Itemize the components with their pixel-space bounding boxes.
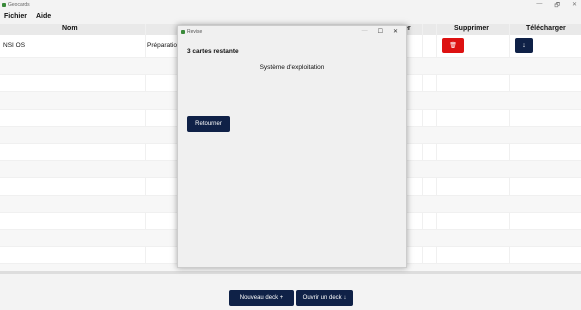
- menu-bar: Fichier Aide: [0, 12, 581, 23]
- cards-remaining-label: 3 cartes restante: [187, 48, 239, 55]
- maximize-icon[interactable]: ☐: [378, 28, 383, 35]
- maximize-icon[interactable]: 🗗: [554, 1, 560, 11]
- flip-card-button[interactable]: Retourner: [187, 116, 230, 132]
- revise-dialog: Revise — ☐ ✕ 3 cartes restante Système d…: [177, 25, 407, 268]
- header-delete: Supprimer: [454, 25, 490, 32]
- dialog-title: Revise: [187, 29, 203, 35]
- header-download: Télécharger: [526, 25, 566, 32]
- bottom-toolbar: Nouveau deck + Ouvrir un deck ↓: [0, 274, 581, 310]
- close-icon[interactable]: ✕: [393, 28, 398, 35]
- window-controls: — 🗗 ✕: [536, 1, 577, 11]
- app-icon: [2, 3, 6, 7]
- menu-file[interactable]: Fichier: [4, 13, 27, 20]
- main-titlebar: Geocards — 🗗 ✕: [0, 0, 581, 11]
- close-icon[interactable]: ✕: [572, 1, 577, 11]
- dialog-window-controls: — ☐ ✕: [362, 28, 398, 35]
- cell-name: NSI OS: [3, 42, 26, 49]
- minimize-icon[interactable]: —: [536, 1, 542, 11]
- new-deck-button[interactable]: Nouveau deck +: [229, 290, 294, 306]
- minimize-icon[interactable]: —: [362, 28, 368, 35]
- cell-description: Préparatio: [147, 42, 177, 49]
- open-deck-button[interactable]: Ouvrir un deck ↓: [296, 290, 353, 306]
- dialog-titlebar: Revise — ☐ ✕: [178, 26, 406, 38]
- header-name: Nom: [62, 25, 78, 32]
- app-icon: [181, 30, 185, 34]
- window-title: Geocards: [8, 2, 30, 8]
- card-text: Système d'exploitation: [259, 64, 325, 71]
- delete-button[interactable]: 🗑: [442, 38, 464, 53]
- menu-help[interactable]: Aide: [36, 13, 51, 20]
- download-button[interactable]: ↓: [515, 38, 533, 53]
